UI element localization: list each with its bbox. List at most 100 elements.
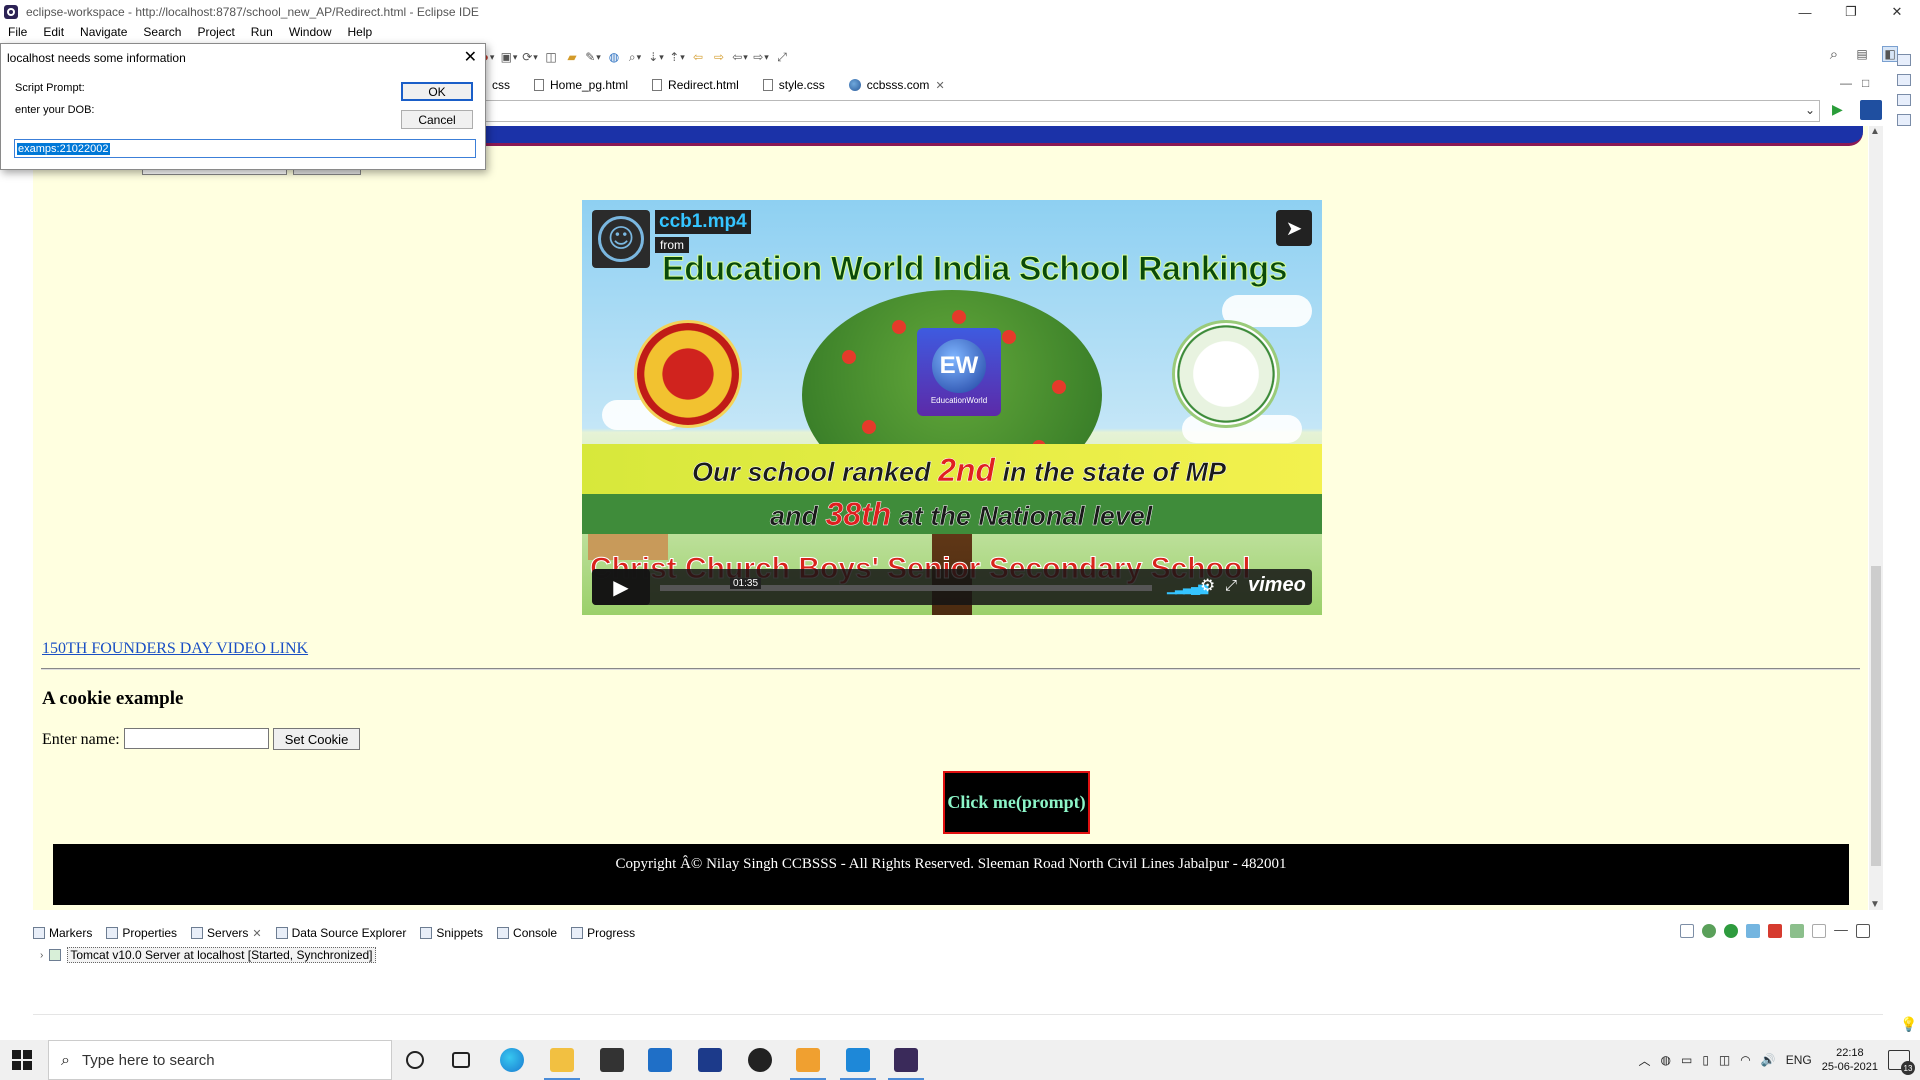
ok-button[interactable]: OK: [401, 82, 473, 101]
mail-icon[interactable]: [648, 1048, 672, 1072]
forward-icon[interactable]: ⇨: [753, 49, 769, 65]
back-icon[interactable]: ⇦: [732, 49, 748, 65]
volume-tray-icon[interactable]: 🔊: [1761, 1053, 1776, 1067]
expand-chevron-icon[interactable]: ›: [40, 950, 43, 961]
scroll-down-icon[interactable]: ▼: [1870, 899, 1880, 910]
dialog-text-input[interactable]: examps:21022002: [14, 139, 476, 158]
photos-app-icon[interactable]: [790, 1048, 826, 1080]
browser-scrollbar[interactable]: ▲ ▼: [1869, 126, 1883, 910]
forward-edit-icon[interactable]: ⇨: [711, 49, 727, 65]
edge-icon[interactable]: [500, 1048, 524, 1072]
collapse-all-icon[interactable]: [1680, 924, 1694, 938]
open-folder-icon[interactable]: ▰: [564, 49, 580, 65]
last-edit-icon[interactable]: ⇦: [690, 49, 706, 65]
view-menu-icon[interactable]: [1812, 924, 1826, 938]
dialog-close-icon[interactable]: ✕: [464, 47, 477, 67]
task-view-icon[interactable]: [452, 1052, 470, 1068]
network-globe-icon[interactable]: ◍: [1660, 1053, 1670, 1067]
annotation-icon[interactable]: ⇣: [648, 49, 664, 65]
tab-style-css[interactable]: style.css: [751, 74, 837, 96]
menu-navigate[interactable]: Navigate: [72, 25, 135, 39]
bookmarks-icon[interactable]: [1897, 114, 1911, 126]
usb-icon[interactable]: ▯: [1702, 1053, 1709, 1067]
menu-edit[interactable]: Edit: [35, 25, 72, 39]
meet-now-icon[interactable]: ◫: [1719, 1053, 1730, 1067]
eclipse-taskbar-icon[interactable]: [888, 1048, 924, 1080]
menu-run[interactable]: Run: [243, 25, 281, 39]
scroll-thumb[interactable]: [1871, 566, 1881, 866]
start-server-icon[interactable]: [1724, 924, 1738, 938]
battery-icon[interactable]: ▭: [1681, 1053, 1692, 1067]
minimize-panel-icon[interactable]: [1834, 930, 1848, 931]
perspective-icon[interactable]: ▤: [1854, 46, 1870, 62]
tab-properties[interactable]: Properties: [106, 926, 177, 940]
search-icon[interactable]: ⌕: [1826, 46, 1842, 63]
maximize-button[interactable]: ❐: [1828, 0, 1874, 24]
menu-project[interactable]: Project: [189, 25, 242, 39]
new-server-icon[interactable]: ▣: [501, 49, 517, 65]
store-icon[interactable]: [600, 1048, 624, 1072]
web-browser-icon[interactable]: ◍: [606, 49, 622, 65]
stop-server-icon[interactable]: [1768, 924, 1782, 938]
tab-redirect-html[interactable]: Redirect.html: [640, 74, 751, 96]
video-title[interactable]: ccb1.mp4: [655, 210, 751, 234]
xbox-icon[interactable]: [748, 1048, 772, 1072]
uploader-avatar[interactable]: ☺: [592, 210, 650, 268]
tab-progress[interactable]: Progress: [571, 926, 635, 940]
go-icon[interactable]: ▶: [1832, 101, 1843, 118]
maximize-editor-icon[interactable]: □: [1862, 76, 1869, 90]
tab-servers[interactable]: Servers ✕: [191, 926, 262, 940]
file-explorer-icon[interactable]: [544, 1048, 580, 1080]
maximize-panel-icon[interactable]: [1856, 924, 1870, 938]
play-button[interactable]: ▶: [592, 569, 650, 605]
tab-ccbsss-com[interactable]: ccbsss.com ✕: [836, 74, 957, 96]
type-hierarchy-icon[interactable]: [1897, 94, 1911, 106]
chevron-up-icon[interactable]: ︿: [1638, 1052, 1650, 1069]
outline-view-icon[interactable]: [1897, 54, 1911, 66]
drawing-app-icon[interactable]: [698, 1048, 722, 1072]
cancel-button[interactable]: Cancel: [401, 110, 473, 129]
video-progress-bar[interactable]: 01:35: [660, 578, 1152, 591]
menu-window[interactable]: Window: [281, 25, 340, 39]
refresh-icon[interactable]: ⟳: [522, 49, 538, 65]
browser-action-icon[interactable]: [1860, 100, 1882, 120]
minimize-button[interactable]: —: [1782, 0, 1828, 24]
chevron-down-icon[interactable]: ⌄: [1805, 103, 1815, 117]
name-input[interactable]: [124, 728, 269, 749]
tab-console[interactable]: Console: [497, 926, 557, 940]
scroll-up-icon[interactable]: ▲: [1870, 126, 1880, 137]
clock[interactable]: 22:18 25-06-2021: [1822, 1046, 1878, 1074]
menu-file[interactable]: File: [0, 25, 35, 39]
next-annotation-icon[interactable]: ⇡: [669, 49, 685, 65]
tab-data-source-explorer[interactable]: Data Source Explorer: [275, 926, 406, 940]
tab-css[interactable]: css: [480, 74, 522, 96]
tab-markers[interactable]: Markers: [33, 926, 92, 940]
language-indicator[interactable]: ENG: [1786, 1053, 1812, 1067]
click-me-prompt-button[interactable]: Click me(prompt): [943, 771, 1090, 834]
search-toolbar-icon[interactable]: ⌕: [627, 49, 643, 65]
taskbar-search[interactable]: ⌕ Type here to search: [48, 1040, 392, 1080]
close-tab-icon[interactable]: ✕: [935, 79, 944, 92]
founders-day-video-link[interactable]: 150TH FOUNDERS DAY VIDEO LINK: [42, 640, 308, 658]
set-cookie-button[interactable]: Set Cookie: [273, 728, 360, 750]
debug-server-icon[interactable]: [1702, 924, 1716, 938]
url-input[interactable]: ⌄: [480, 100, 1820, 122]
task-icon[interactable]: ✎: [585, 49, 601, 65]
open-type-icon[interactable]: ◫: [543, 49, 559, 65]
menu-help[interactable]: Help: [340, 25, 381, 39]
vimeo-logo[interactable]: vimeo: [1248, 574, 1306, 597]
video-player[interactable]: EW EducationWorld Our school ranked 2nd …: [582, 200, 1322, 615]
settings-gear-icon[interactable]: ⚙: [1200, 576, 1215, 596]
tab-home-pg-html[interactable]: Home_pg.html: [522, 74, 640, 96]
menu-search[interactable]: Search: [135, 25, 189, 39]
close-window-button[interactable]: ✕: [1874, 0, 1920, 24]
tab-snippets[interactable]: Snippets: [420, 926, 483, 940]
windows-start-icon[interactable]: [12, 1050, 32, 1070]
minimize-editor-icon[interactable]: —: [1840, 76, 1852, 90]
pin-editor-icon[interactable]: ⤢: [774, 49, 790, 65]
tip-bulb-icon[interactable]: 💡: [1900, 1016, 1917, 1033]
server-list-row[interactable]: › Tomcat v10.0 Server at localhost [Star…: [40, 946, 376, 964]
vscode-icon[interactable]: [840, 1048, 876, 1080]
close-tab-icon[interactable]: ✕: [252, 927, 261, 940]
share-icon[interactable]: ➤: [1276, 210, 1312, 246]
